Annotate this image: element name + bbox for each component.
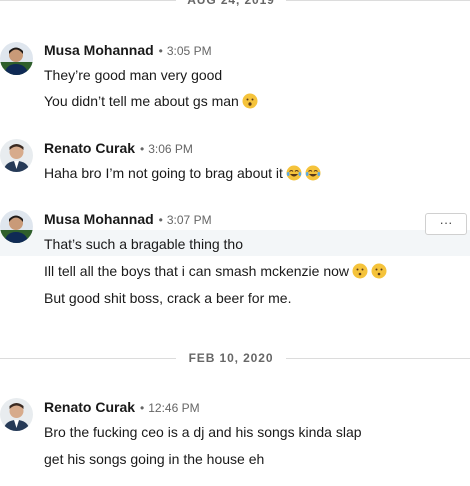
- separator-dot: •: [140, 401, 145, 415]
- divider-line: [286, 358, 470, 359]
- hushed-face-icon: [352, 263, 368, 279]
- tears-of-joy-icon: [286, 165, 302, 181]
- message-text: get his songs going in the house eh: [44, 451, 265, 467]
- avatar-musa[interactable]: [0, 210, 33, 243]
- date-divider-feb: FEB 10, 2020: [0, 350, 470, 366]
- sender-name[interactable]: Musa Mohannad: [44, 211, 154, 227]
- separator-dot: •: [140, 142, 145, 156]
- date-divider-aug: AUG 24, 2019: [0, 0, 470, 8]
- message-text: They’re good man very good: [44, 67, 223, 83]
- hushed-face-icon: [371, 263, 387, 279]
- timestamp: 3:06 PM: [148, 142, 193, 156]
- avatar-renato[interactable]: [0, 139, 33, 172]
- timestamp: 12:46 PM: [148, 401, 200, 415]
- message-header: Musa Mohannad • 3:05 PM: [44, 41, 212, 59]
- message-text: Bro the fucking ceo is a dj and his song…: [44, 424, 362, 440]
- divider-line: [286, 0, 470, 1]
- timestamp: 3:05 PM: [166, 44, 212, 58]
- message-text: You didn’t tell me about gs man: [44, 93, 239, 109]
- date-label: FEB 10, 2020: [188, 351, 274, 365]
- message-line: You didn’t tell me about gs man: [44, 92, 258, 110]
- separator-dot: •: [158, 213, 163, 227]
- message-text: Ill tell all the boys that i can smash m…: [44, 263, 350, 279]
- message-header: Renato Curak • 12:46 PM: [44, 398, 200, 416]
- date-label: AUG 24, 2019: [187, 0, 275, 7]
- tears-of-joy-icon: [305, 165, 321, 181]
- frowning-face-icon: [242, 93, 258, 109]
- message-line: Haha bro I’m not going to brag about it: [44, 164, 321, 182]
- sender-name[interactable]: Musa Mohannad: [44, 42, 154, 58]
- avatar-musa[interactable]: [0, 42, 33, 75]
- message-text: That’s such a bragable thing tho: [44, 236, 243, 252]
- sender-name[interactable]: Renato Curak: [44, 399, 135, 415]
- more-options-button[interactable]: ···: [425, 213, 467, 235]
- divider-line: [0, 0, 176, 1]
- message-header: Renato Curak • 3:06 PM: [44, 139, 193, 157]
- separator-dot: •: [158, 44, 163, 58]
- message-text: Haha bro I’m not going to brag about it: [44, 165, 283, 181]
- avatar-renato[interactable]: [0, 398, 33, 431]
- message-line: Ill tell all the boys that i can smash m…: [44, 262, 387, 280]
- message-text: But good shit boss, crack a beer for me.: [44, 290, 292, 306]
- divider-line: [0, 358, 176, 359]
- timestamp: 3:07 PM: [166, 213, 212, 227]
- message-header: Musa Mohannad • 3:07 PM: [44, 210, 212, 228]
- sender-name[interactable]: Renato Curak: [44, 140, 135, 156]
